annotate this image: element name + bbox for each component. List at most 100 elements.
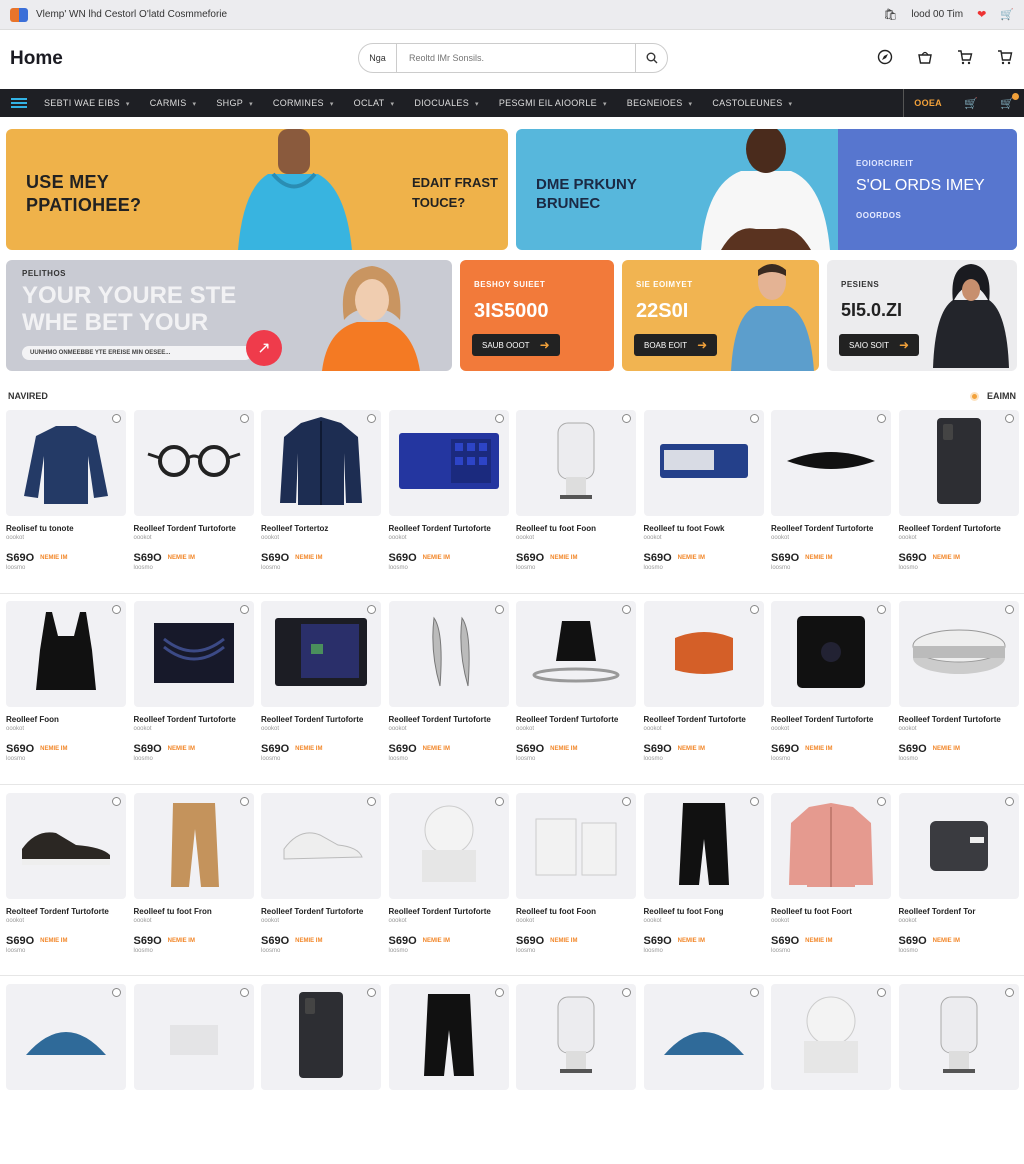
product-card[interactable]: Reolleef Tordenf Turtoforte oookot S69O NEM… (388, 410, 509, 590)
promo-cta-button[interactable]: BOAB EOIT ➜ (634, 334, 718, 356)
product-image[interactable] (898, 984, 1019, 1090)
search-scope-select[interactable]: Nga (359, 44, 397, 72)
search-button[interactable] (635, 44, 667, 72)
promo-banner-1[interactable]: USE MEY PPATIOHEE? EDAIT FRAST TOUCE? (6, 129, 508, 250)
deals-link[interactable]: OOEA (914, 98, 942, 108)
nav-item[interactable]: BEGNEIOES (617, 98, 703, 108)
product-name[interactable]: Reolleef Tordenf Turtoforte (516, 715, 636, 724)
wishlist-icon[interactable] (622, 605, 631, 614)
cart-icon[interactable] (954, 46, 976, 68)
product-card[interactable] (516, 984, 636, 1164)
product-card[interactable]: Reolleef tu foot Foort oookot S69O NEMIE IM… (771, 793, 891, 973)
wishlist-icon[interactable] (239, 988, 249, 997)
product-image[interactable] (133, 984, 254, 1090)
wishlist-icon[interactable] (749, 605, 759, 614)
product-image[interactable] (771, 793, 891, 899)
product-name[interactable]: Reolleef Tortertoz (261, 524, 381, 533)
wishlist-icon[interactable] (494, 988, 504, 997)
product-card[interactable]: Reolleef Tordenf Turtoforte oookot S69O NEM… (133, 410, 254, 590)
product-card[interactable]: Reolleef Tortertoz oookot S69O NEMIE IM loos… (261, 410, 381, 590)
hero-banner[interactable]: PELITHOS YOUR YOURE STE WHE BET YOUR UUN… (6, 260, 452, 371)
wishlist-icon[interactable] (622, 414, 631, 423)
product-name[interactable]: Reolleef Foon (6, 715, 126, 724)
nav-item[interactable]: OCLAT (344, 98, 405, 108)
nav-item[interactable]: PESGMI EIL AIOORLE (489, 98, 617, 108)
compass-icon[interactable] (874, 46, 896, 68)
product-name[interactable]: Reolleef Tordenf Tor (899, 907, 1019, 916)
product-image[interactable] (133, 793, 254, 899)
wishlist-icon[interactable] (494, 414, 504, 423)
product-image[interactable] (6, 601, 126, 707)
basket-icon[interactable] (914, 46, 936, 68)
product-image[interactable] (771, 984, 891, 1090)
product-card[interactable]: Reolleef Tordenf Turtoforte oookot S69O NEM… (261, 601, 381, 781)
product-card[interactable]: Reolleef Tordenf Turtoforte oookot S69O NEM… (898, 601, 1019, 781)
promo-card-1[interactable]: BESHOY SUIEET 3IS5000 SAUB OOOT ➜ (460, 260, 614, 371)
product-image[interactable] (643, 793, 764, 899)
wishlist-icon[interactable] (1004, 988, 1014, 997)
product-card[interactable] (133, 984, 254, 1164)
product-card[interactable]: Reolisef tu tonote oookot S69O NEMIE IM loos… (6, 410, 126, 590)
product-image[interactable] (898, 601, 1019, 707)
product-name[interactable]: Reolleef tu foot Fowk (644, 524, 764, 533)
product-card[interactable]: Reolleef Tordenf Turtoforte oookot S69O NEM… (516, 601, 636, 781)
product-name[interactable]: Reolleef Tordenf Turtoforte (389, 524, 509, 533)
product-card[interactable]: Reolleef tu foot Fowk oookot S69O NEMIE IM l… (643, 410, 764, 590)
nav-item[interactable]: SHGP (206, 98, 263, 108)
product-image[interactable] (6, 984, 126, 1090)
wishlist-icon[interactable] (112, 988, 121, 997)
product-card[interactable]: Reolleef Tordenf Turtoforte oookot S69O NEM… (643, 601, 764, 781)
product-image[interactable] (261, 410, 381, 516)
section-link[interactable]: EAIMN (987, 391, 1016, 401)
wishlist-icon[interactable] (1004, 605, 1014, 614)
product-image[interactable] (898, 410, 1019, 516)
wishlist-icon[interactable] (1004, 414, 1014, 423)
wishlist-icon[interactable] (112, 797, 121, 806)
product-name[interactable]: Reolisef tu tonote (6, 524, 126, 533)
product-image[interactable] (516, 793, 636, 899)
wishlist-icon[interactable] (367, 797, 376, 806)
product-card[interactable]: Reolteef Tordenf Turtoforte oookot S69O NEM… (6, 793, 126, 973)
product-name[interactable]: Reolleef Tordenf Turtoforte (134, 715, 254, 724)
product-name[interactable]: Reolteef Tordenf Turtoforte (6, 907, 126, 916)
product-card[interactable]: Reolleef Tordenf Turtoforte oookot S69O NEM… (261, 793, 381, 973)
product-name[interactable]: Reolleef Tordenf Turtoforte (261, 907, 381, 916)
cart-alt-icon[interactable] (994, 46, 1016, 68)
product-image[interactable] (261, 793, 381, 899)
wishlist-icon[interactable] (749, 414, 759, 423)
product-card[interactable] (771, 984, 891, 1164)
wishlist-icon[interactable] (367, 414, 376, 423)
wishlist-icon[interactable] (367, 988, 376, 997)
product-name[interactable]: Reolleef Tordenf Turtoforte (261, 715, 381, 724)
product-image[interactable] (898, 793, 1019, 899)
product-image[interactable] (516, 984, 636, 1090)
nav-item[interactable]: CARMIS (140, 98, 207, 108)
wishlist-icon[interactable] (622, 797, 631, 806)
product-card[interactable]: Reolleef Tordenf Turtoforte oookot S69O NEM… (388, 793, 509, 973)
product-card[interactable]: Reolleef Tordenf Turtoforte oookot S69O NEM… (133, 601, 254, 781)
wishlist-icon[interactable] (112, 605, 121, 614)
product-card[interactable] (643, 984, 764, 1164)
promo-cta-button[interactable]: SAUB OOOT ➜ (472, 334, 560, 356)
bag-icon[interactable]: 🛍 (883, 8, 897, 21)
product-name[interactable]: Reolleef Tordenf Turtoforte (389, 715, 509, 724)
product-name[interactable]: Reolleef Tordenf Turtoforte (389, 907, 509, 916)
product-name[interactable]: Reolleef Tordenf Turtoforte (899, 715, 1019, 724)
product-image[interactable] (6, 410, 126, 516)
product-name[interactable]: Reolleef Tordenf Turtoforte (134, 524, 254, 533)
wishlist-icon[interactable] (239, 414, 249, 423)
wishlist-icon[interactable] (877, 797, 886, 806)
product-image[interactable] (643, 984, 764, 1090)
product-name[interactable]: Reolleef tu foot Fong (644, 907, 764, 916)
wishlist-icon[interactable] (877, 414, 886, 423)
wishlist-icon[interactable] (494, 605, 504, 614)
product-card[interactable]: Reolleef Foon oookot S69O NEMIE IM loosmo (6, 601, 126, 781)
product-image[interactable] (516, 410, 636, 516)
wishlist-icon[interactable] (877, 988, 886, 997)
wishlist-icon[interactable] (239, 605, 249, 614)
product-card[interactable]: Reolleef Tordenf Turtoforte oookot S69O NEM… (771, 601, 891, 781)
wishlist-icon[interactable] (367, 605, 376, 614)
wishlist-icon[interactable] (749, 988, 759, 997)
product-card[interactable] (388, 984, 509, 1164)
arrow-button[interactable]: ↗ (246, 330, 282, 366)
